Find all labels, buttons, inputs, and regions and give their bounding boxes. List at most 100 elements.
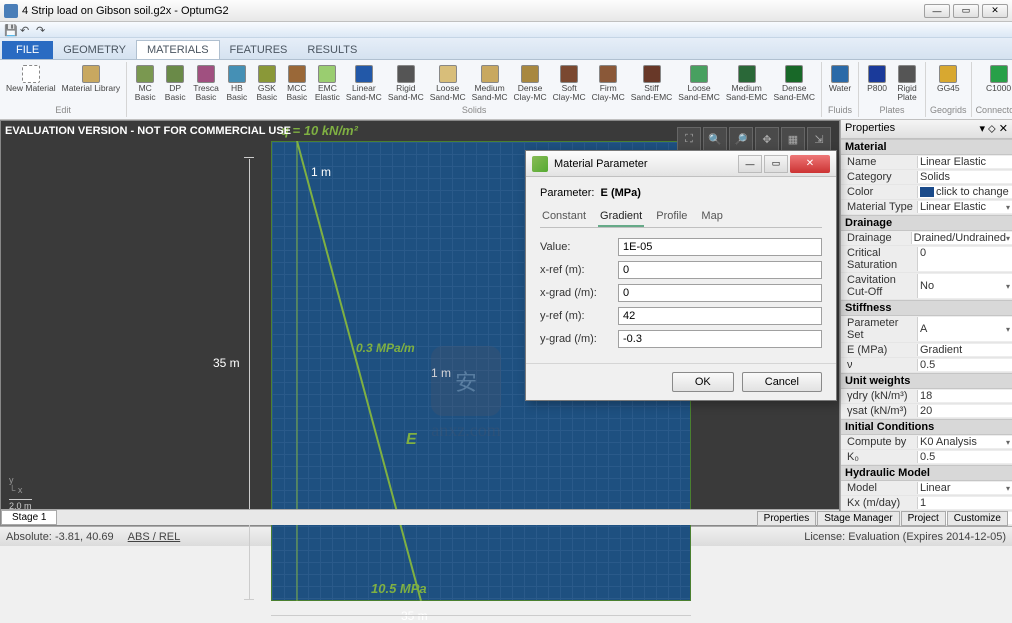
tab-file[interactable]: FILE bbox=[2, 41, 53, 59]
dialog-maximize-button[interactable]: ▭ bbox=[764, 155, 788, 173]
xgrad-input[interactable] bbox=[618, 284, 822, 302]
material-dp-basic[interactable]: DPBasic bbox=[161, 64, 189, 102]
prop-row[interactable]: Colorclick to change bbox=[841, 185, 1012, 200]
material-medium-sand-emc[interactable]: MediumSand-EMC bbox=[724, 64, 770, 102]
window-maximize-button[interactable]: ▭ bbox=[953, 4, 979, 18]
window-minimize-button[interactable]: — bbox=[924, 4, 950, 18]
material-mc-basic[interactable]: MCBasic bbox=[131, 64, 159, 102]
material-rigid-plate[interactable]: RigidPlate bbox=[893, 64, 921, 102]
stage-tab-1[interactable]: Stage 1 bbox=[1, 510, 57, 525]
prop-row[interactable]: Cavitation Cut-OffNo▾ bbox=[841, 273, 1012, 300]
snap-button[interactable]: ⇲ bbox=[807, 127, 831, 151]
material-medium-sand-mc[interactable]: MediumSand-MC bbox=[470, 64, 510, 102]
pan-button[interactable]: ✥ bbox=[755, 127, 779, 151]
window-close-button[interactable]: ✕ bbox=[982, 4, 1008, 18]
window-title: 4 Strip load on Gibson soil.g2x - OptumG… bbox=[22, 5, 229, 17]
material-dense-sand-emc[interactable]: DenseSand-EMC bbox=[771, 64, 817, 102]
tab-geometry[interactable]: GEOMETRY bbox=[53, 41, 136, 59]
redo-icon[interactable]: ↷ bbox=[36, 24, 48, 36]
section-unit-weights: Unit weights bbox=[841, 373, 1012, 389]
window-title-bar: 4 Strip load on Gibson soil.g2x - OptumG… bbox=[0, 0, 1012, 22]
dialog-icon bbox=[532, 156, 548, 172]
footer-tab-project[interactable]: Project bbox=[901, 511, 946, 526]
dialog-tab-constant[interactable]: Constant bbox=[540, 207, 588, 227]
dialog-close-button[interactable]: ✕ bbox=[790, 155, 830, 173]
value-input[interactable] bbox=[618, 238, 822, 256]
prop-row[interactable]: Critical Saturation0 bbox=[841, 246, 1012, 273]
material-gsk-basic[interactable]: GSKBasic bbox=[253, 64, 281, 102]
prop-row[interactable]: DrainageDrained/Undrained▾ bbox=[841, 231, 1012, 246]
material-rigid-sand-mc[interactable]: RigidSand-MC bbox=[386, 64, 426, 102]
section-material: Material bbox=[841, 139, 1012, 155]
ok-button[interactable]: OK bbox=[672, 372, 734, 392]
footer-tab-properties[interactable]: Properties bbox=[757, 511, 817, 526]
status-coords: -3.81, 40.69 bbox=[55, 531, 114, 543]
prop-row[interactable]: ModelLinear▾ bbox=[841, 481, 1012, 496]
prop-row[interactable]: Material TypeLinear Elastic▾ bbox=[841, 200, 1012, 215]
material-firm-clay-mc[interactable]: FirmClay-MC bbox=[590, 64, 627, 102]
group-edit: Edit bbox=[55, 105, 71, 115]
material-dense-clay-mc[interactable]: DenseClay-MC bbox=[512, 64, 549, 102]
material-library-button[interactable]: Material Library bbox=[60, 64, 123, 94]
zoom-in-button[interactable]: 🔍 bbox=[703, 127, 727, 151]
material-p800[interactable]: P800 bbox=[863, 64, 891, 94]
new-material-button[interactable]: New Material bbox=[4, 64, 58, 94]
grid-button[interactable]: ▦ bbox=[781, 127, 805, 151]
tab-results[interactable]: RESULTS bbox=[297, 41, 367, 59]
axis-indicator: y└ x bbox=[9, 475, 22, 495]
prop-row[interactable]: γdry (kN/m³)18 bbox=[841, 389, 1012, 404]
prop-row[interactable]: K₀0.5 bbox=[841, 450, 1012, 465]
material-gg45[interactable]: GG45 bbox=[934, 64, 962, 94]
prop-row[interactable]: Parameter SetA▾ bbox=[841, 316, 1012, 343]
prop-row[interactable]: ν0.5 bbox=[841, 358, 1012, 373]
zoom-fit-button[interactable]: 🔎 bbox=[729, 127, 753, 151]
footer-tab-stage[interactable]: Stage Manager bbox=[817, 511, 899, 526]
material-hb-basic[interactable]: HBBasic bbox=[223, 64, 251, 102]
material-emc-elastic[interactable]: EMCElastic bbox=[313, 64, 342, 102]
prop-row[interactable]: CategorySolids bbox=[841, 170, 1012, 185]
prop-row[interactable]: Compute byK0 Analysis▾ bbox=[841, 435, 1012, 450]
ygrad-input[interactable] bbox=[618, 330, 822, 348]
xref-input[interactable] bbox=[618, 261, 822, 279]
material-mcc-basic[interactable]: MCCBasic bbox=[283, 64, 311, 102]
section-hydraulic-model: Hydraulic Model bbox=[841, 465, 1012, 481]
prop-row[interactable]: Kx (m/day)1 bbox=[841, 496, 1012, 511]
dim-height: 35 m bbox=[213, 356, 240, 370]
app-icon bbox=[4, 4, 18, 18]
footer-tab-customize[interactable]: Customize bbox=[947, 511, 1008, 526]
panel-pin-icon[interactable]: ▾ ⬦ ✕ bbox=[979, 122, 1008, 136]
tab-features[interactable]: FEATURES bbox=[220, 41, 298, 59]
dialog-tab-map[interactable]: Map bbox=[699, 207, 724, 227]
dialog-tab-gradient[interactable]: Gradient bbox=[598, 207, 644, 227]
dim-1m-top: 1 m bbox=[311, 165, 331, 179]
material-loose-sand-emc[interactable]: LooseSand-EMC bbox=[676, 64, 722, 102]
cancel-button[interactable]: Cancel bbox=[742, 372, 822, 392]
material-linear-sand-mc[interactable]: LinearSand-MC bbox=[344, 64, 384, 102]
yref-input[interactable] bbox=[618, 307, 822, 325]
dialog-tab-profile[interactable]: Profile bbox=[654, 207, 689, 227]
dialog-minimize-button[interactable]: — bbox=[738, 155, 762, 173]
material-loose-sand-mc[interactable]: LooseSand-MC bbox=[428, 64, 468, 102]
dim-1m-mid: 1 m bbox=[431, 366, 451, 380]
prop-row[interactable]: E (MPa)Gradient bbox=[841, 343, 1012, 358]
ribbon: New Material Material Library Edit MCBas… bbox=[0, 60, 1012, 120]
material-stiff-sand-emc[interactable]: StiffSand-EMC bbox=[629, 64, 675, 102]
material-tresca-basic[interactable]: TrescaBasic bbox=[191, 64, 221, 102]
tab-materials[interactable]: MATERIALS bbox=[136, 40, 220, 59]
material-c1000[interactable]: C1000 bbox=[984, 64, 1012, 94]
section-initial-conditions: Initial Conditions bbox=[841, 419, 1012, 435]
save-icon[interactable]: 💾 bbox=[4, 24, 16, 36]
material-parameter-dialog: Material Parameter — ▭ ✕ Parameter: E (M… bbox=[525, 150, 837, 401]
base-value: 10.5 MPa bbox=[371, 581, 427, 596]
quick-access-toolbar: 💾 ↶ ↷ bbox=[0, 22, 1012, 38]
status-mode[interactable]: ABS / REL bbox=[128, 531, 181, 543]
ribbon-tabs: FILE GEOMETRY MATERIALS FEATURES RESULTS bbox=[0, 38, 1012, 60]
dim-width: 35 m bbox=[401, 609, 428, 623]
material-soft-clay-mc[interactable]: SoftClay-MC bbox=[551, 64, 588, 102]
material-water[interactable]: Water bbox=[826, 64, 854, 94]
prop-row[interactable]: NameLinear Elastic bbox=[841, 155, 1012, 170]
zoom-window-button[interactable]: ⛶ bbox=[677, 127, 701, 151]
undo-icon[interactable]: ↶ bbox=[20, 24, 32, 36]
e-symbol: E bbox=[406, 431, 417, 449]
prop-row[interactable]: γsat (kN/m³)20 bbox=[841, 404, 1012, 419]
